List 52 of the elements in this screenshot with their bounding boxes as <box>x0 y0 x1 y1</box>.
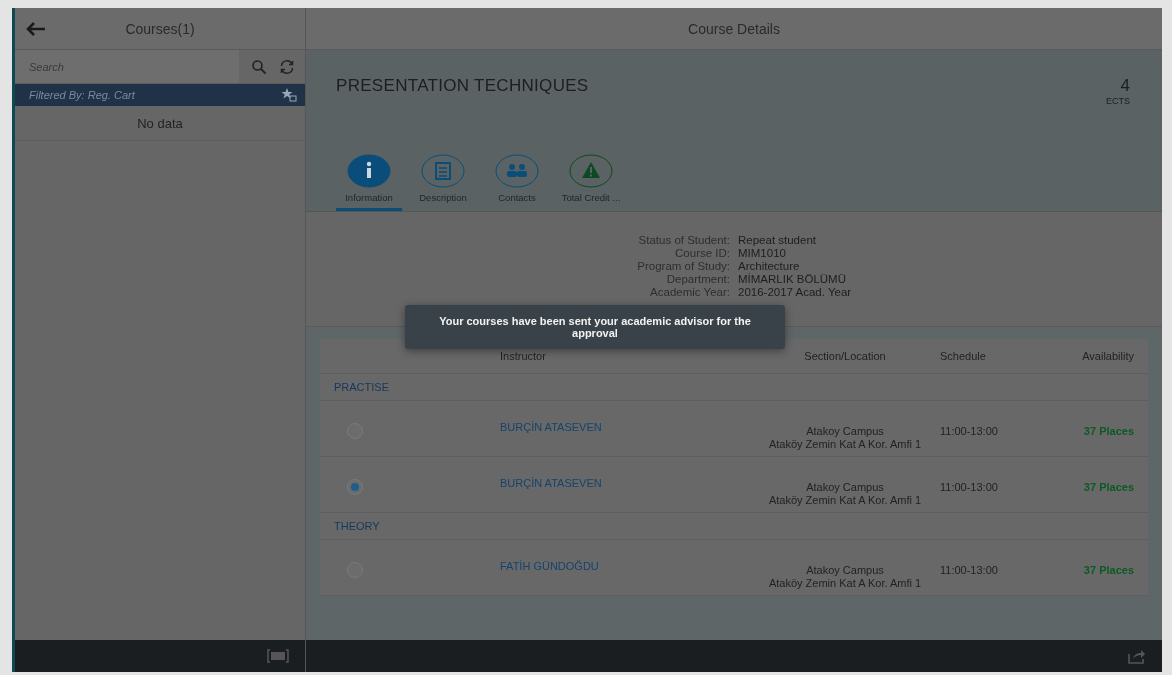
tab[interactable]: Information <box>336 154 402 211</box>
column-header: Section/Location <box>803 350 887 362</box>
field-label: Academic Year: <box>649 286 730 298</box>
column-header: Availability <box>1081 350 1135 362</box>
availability-text: 37 Places <box>1082 564 1135 576</box>
field-label: Program of Study: <box>636 260 730 272</box>
room-text: Ataköy Zemin Kat A Kor. Amfi 1 <box>767 494 923 507</box>
campus-text: Atakoy Campus <box>805 481 885 494</box>
tab[interactable]: Contacts <box>484 154 550 211</box>
room-text: Ataköy Zemin Kat A Kor. Amfi 1 <box>767 577 923 590</box>
course-title: PRESENTATION TECHNIQUES <box>336 76 589 96</box>
warning-icon <box>569 154 613 188</box>
field-value: MIM1010 <box>738 247 787 259</box>
credits-unit: ECTS <box>1106 96 1130 106</box>
share-icon[interactable] <box>1128 648 1146 664</box>
column-header: Instructor <box>500 350 547 362</box>
refresh-icon[interactable] <box>279 58 295 75</box>
search-icon[interactable] <box>251 58 267 75</box>
detail-title: Course Details <box>687 20 781 37</box>
field-value: 2016-2017 Acad. Year <box>738 286 853 298</box>
group-header: THEORY <box>320 513 1148 540</box>
schedule-text: 11:00-13:00 <box>940 481 999 493</box>
field-value: Architecture <box>738 260 801 272</box>
field-value: MİMARLIK BÖLÜMÜ <box>738 273 847 285</box>
room-text: Ataköy Zemin Kat A Kor. Amfi 1 <box>767 438 923 451</box>
description-icon <box>421 154 465 188</box>
availability-text: 37 Places <box>1082 425 1135 437</box>
contacts-icon <box>495 154 539 188</box>
schedule-text: 11:00-13:00 <box>940 425 999 437</box>
campus-text: Atakoy Campus <box>805 425 885 438</box>
credits-number: 4 <box>1119 76 1130 96</box>
tab[interactable]: Description <box>410 154 476 211</box>
filter-text: Filtered By: Reg. Cart <box>29 89 136 101</box>
info-icon <box>347 154 391 188</box>
list-icon[interactable] <box>267 649 289 663</box>
instructor-link[interactable]: FATİH GÜNDOĞDU <box>500 560 750 572</box>
group-header: PRACTISE <box>320 374 1148 401</box>
toast-message: Your courses have been sent your academic advisor for the approval <box>405 305 785 349</box>
tab[interactable]: Total Credit ... <box>558 154 624 211</box>
column-header: Schedule <box>940 350 987 362</box>
instructor-link[interactable]: BURÇİN ATASEVEN <box>500 477 750 489</box>
campus-text: Atakoy Campus <box>805 564 885 577</box>
field-value: Repeat student <box>738 234 817 246</box>
instructor-link[interactable]: BURÇİN ATASEVEN <box>500 421 750 433</box>
field-label: Department: <box>665 273 730 285</box>
no-data-text: No data <box>15 106 305 141</box>
master-title: Courses(1) <box>124 20 196 37</box>
back-arrow-icon[interactable] <box>25 20 47 37</box>
radio-button[interactable] <box>347 479 363 495</box>
availability-text: 37 Places <box>1082 481 1135 493</box>
schedule-text: 11:00-13:00 <box>940 564 999 576</box>
star-filter-icon[interactable] <box>281 87 297 103</box>
